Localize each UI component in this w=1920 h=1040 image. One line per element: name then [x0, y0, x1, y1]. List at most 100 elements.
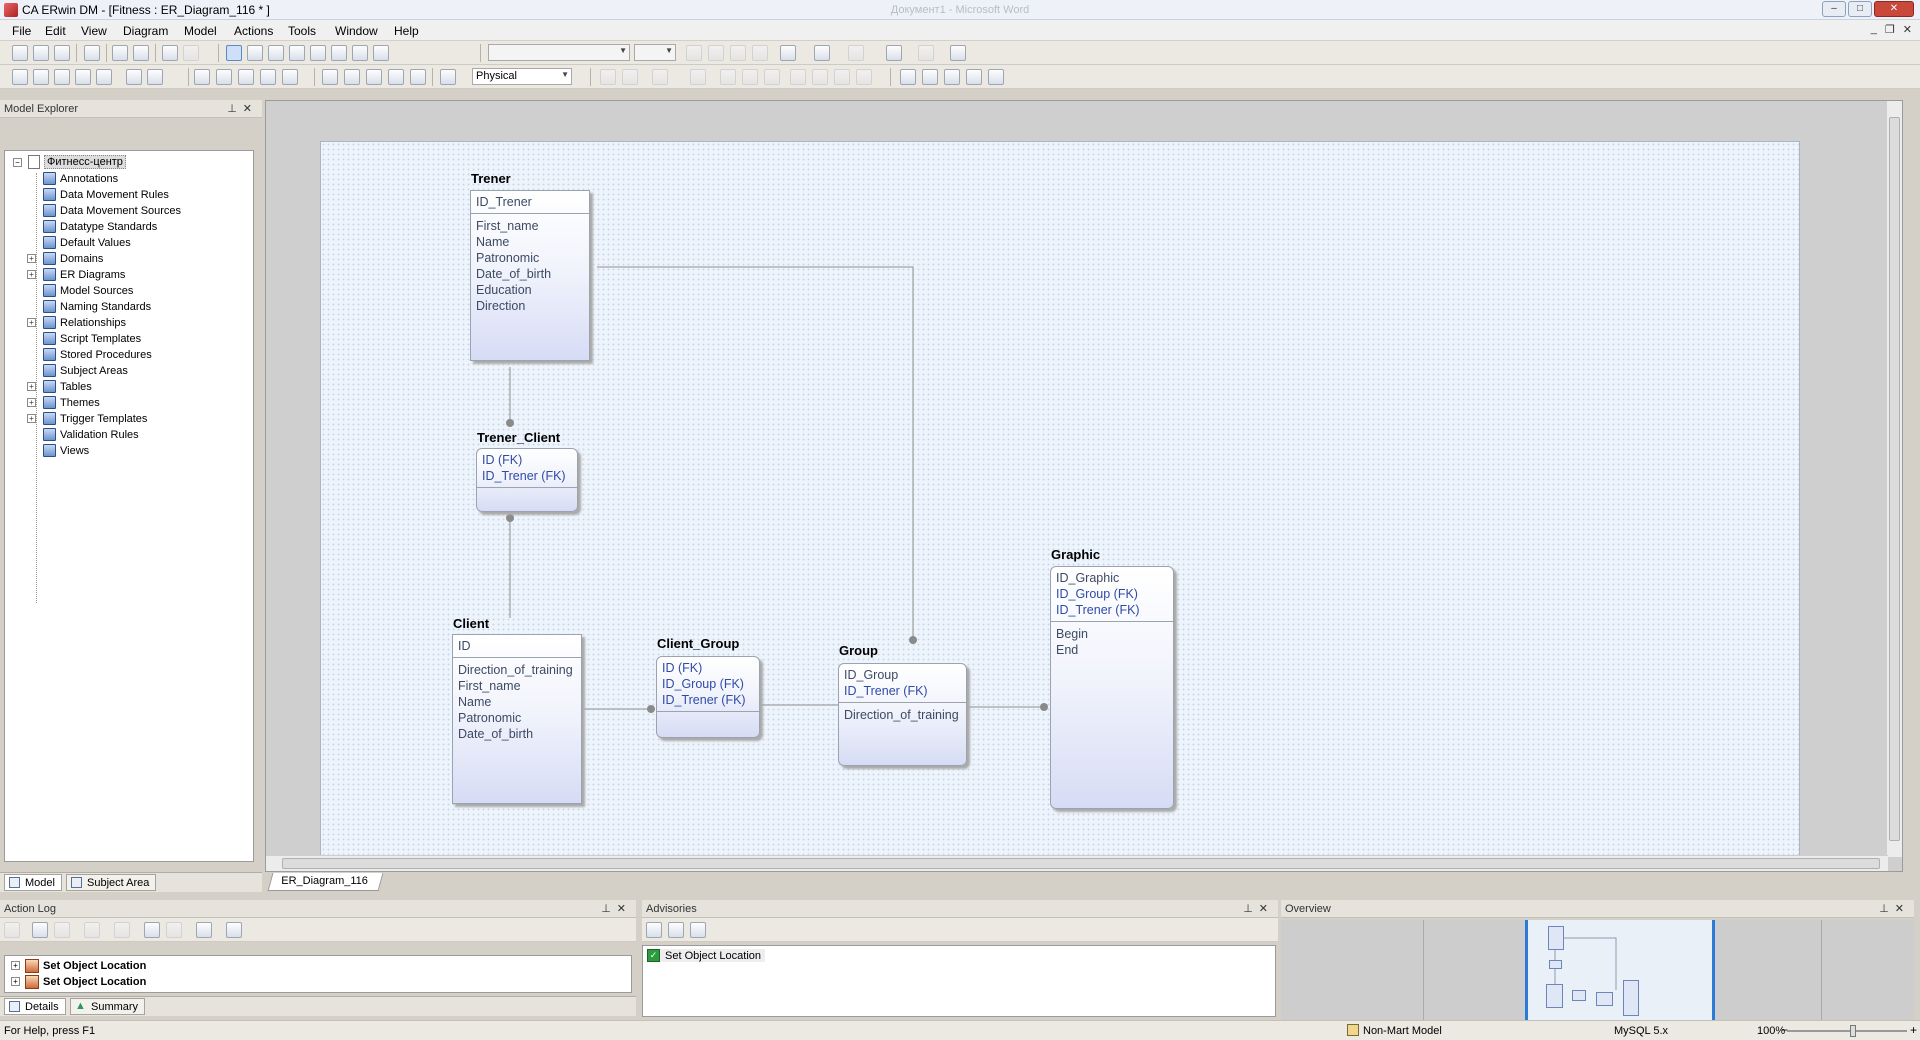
entity-attribute[interactable]: First_name [476, 218, 584, 234]
entity-attribute[interactable]: Patronomic [458, 710, 576, 726]
menu-help[interactable]: Help [394, 24, 419, 38]
open-icon[interactable] [33, 45, 49, 61]
entity-group[interactable]: ID_Group ID_Trener (FK) Direction_of_train… [838, 663, 967, 766]
tree-item[interactable]: Validation Rules [43, 427, 139, 442]
close-panel-icon[interactable]: ✕ [617, 903, 632, 915]
font-size-combo[interactable]: ▼ [634, 44, 676, 61]
menu-file[interactable]: File [12, 24, 31, 38]
fill-color-icon[interactable] [814, 45, 830, 61]
tree-item[interactable]: Default Values [43, 235, 131, 250]
tree-item[interactable]: Subject Areas [43, 363, 128, 378]
entity-key-attribute[interactable]: ID_Trener (FK) [662, 692, 754, 708]
view-icon[interactable] [268, 45, 284, 61]
copy-advisory-icon[interactable] [668, 922, 684, 938]
entity-attribute[interactable]: Name [458, 694, 576, 710]
entity-key-attribute[interactable]: ID_Trener (FK) [482, 468, 572, 484]
table-icon[interactable] [742, 69, 758, 85]
many-to-many-icon[interactable] [331, 45, 347, 61]
entity-key-attribute[interactable]: ID (FK) [482, 452, 572, 468]
menu-view[interactable]: View [81, 24, 107, 38]
reverse-engineer-icon[interactable] [622, 69, 638, 85]
find-replace-icon[interactable] [133, 45, 149, 61]
tree-item[interactable]: Annotations [43, 171, 118, 186]
list-item[interactable]: ✓ Set Object Location [647, 949, 766, 962]
new-diagram-icon[interactable] [322, 69, 338, 85]
tree-item[interactable]: + Trigger Templates [27, 411, 147, 426]
zoom-out-icon[interactable] [216, 69, 232, 85]
entity-attribute[interactable]: Patronomic [476, 250, 584, 266]
text-block-icon[interactable] [352, 45, 368, 61]
search-icon[interactable] [114, 922, 130, 938]
pointer-icon[interactable] [226, 45, 242, 61]
undo-icon[interactable] [162, 45, 178, 61]
forward-engineer-icon[interactable] [600, 69, 616, 85]
save-advisory-icon[interactable] [646, 922, 662, 938]
entity-client-group[interactable]: ID (FK) ID_Group (FK) ID_Trener (FK) [656, 656, 760, 738]
rel-trener-group[interactable] [597, 266, 914, 640]
zoom-select-icon[interactable] [282, 69, 298, 85]
schema-icon[interactable] [720, 69, 736, 85]
tab-model[interactable]: Model [4, 874, 62, 891]
drawing-pin-icon[interactable] [373, 45, 389, 61]
complete-compare-icon[interactable] [652, 69, 668, 85]
expand-node-icon[interactable]: + [27, 414, 36, 423]
tree-item[interactable]: Data Movement Rules [43, 187, 169, 202]
strikethrough-icon[interactable] [752, 45, 768, 61]
tree-root[interactable]: − Фитнесс-центр [13, 155, 126, 169]
zoom-slider[interactable] [1787, 1025, 1907, 1037]
attribute-display-icon[interactable] [75, 69, 91, 85]
menu-model[interactable]: Model [184, 24, 217, 38]
tree-item[interactable]: Views [43, 443, 89, 458]
diagram-horizontal-scrollbar[interactable] [266, 855, 1888, 871]
overview-pane[interactable] [1281, 920, 1914, 1020]
bold-icon[interactable] [686, 45, 702, 61]
tree-item[interactable]: + Relationships [27, 315, 126, 330]
stored-display-icon[interactable] [388, 69, 404, 85]
tree-item[interactable]: Stored Procedures [43, 347, 152, 362]
entity-key-attribute[interactable]: ID_Trener [476, 194, 584, 210]
tree-item[interactable]: + ER Diagrams [27, 267, 125, 282]
synonym-icon[interactable] [856, 69, 872, 85]
zoom-100-icon[interactable] [260, 69, 276, 85]
minimize-button[interactable]: – [1822, 1, 1846, 17]
expand-node-icon[interactable]: + [27, 382, 36, 391]
underline-icon[interactable] [730, 45, 746, 61]
entity-key-attribute[interactable]: ID_Group [844, 667, 961, 683]
save-icon[interactable] [54, 45, 70, 61]
close-panel-icon[interactable]: ✕ [1895, 903, 1910, 915]
sequence-icon[interactable] [790, 69, 806, 85]
pin-icon[interactable]: ⊥ [1243, 903, 1259, 915]
line-style-icon[interactable] [886, 45, 902, 61]
line-color-icon[interactable] [848, 45, 864, 61]
find-action-icon[interactable] [32, 922, 48, 938]
tab-summary[interactable]: ▲ Summary [70, 998, 146, 1015]
subject-area-icon[interactable] [344, 69, 360, 85]
close-panel-icon[interactable]: ✕ [1259, 903, 1274, 915]
overview-viewport[interactable] [1525, 920, 1715, 1020]
primary-key-display-icon[interactable] [96, 69, 112, 85]
clear-advisory-icon[interactable] [690, 922, 706, 938]
menu-diagram[interactable]: Diagram [123, 24, 168, 38]
alignment-icon[interactable] [950, 45, 966, 61]
entity-attribute[interactable]: Date_of_birth [458, 726, 576, 742]
menu-actions[interactable]: Actions [234, 24, 273, 38]
zoom-fit-icon[interactable] [238, 69, 254, 85]
filter-icon[interactable] [84, 922, 100, 938]
menu-tools[interactable]: Tools [288, 24, 316, 38]
mdi-minimize-icon[interactable]: _ [1871, 23, 1877, 36]
redo-icon[interactable] [183, 45, 199, 61]
tree-item[interactable]: + Themes [27, 395, 100, 410]
close-panel-icon[interactable]: ✕ [243, 103, 258, 115]
entity-attribute[interactable]: Direction [476, 298, 584, 314]
tree-item[interactable]: Datatype Standards [43, 219, 157, 234]
entity-attribute[interactable]: End [1056, 642, 1168, 658]
entity-display-icon[interactable] [54, 69, 70, 85]
find-icon[interactable] [112, 45, 128, 61]
entity-trener-client[interactable]: ID (FK) ID_Trener (FK) [476, 448, 578, 512]
list-item[interactable]: + Set Object Location [11, 958, 146, 973]
entity-key-attribute[interactable]: ID_Trener (FK) [844, 683, 961, 699]
tab-er-diagram[interactable]: ER_Diagram_116 [267, 873, 384, 891]
find-next-icon[interactable] [54, 922, 70, 938]
entity-attribute[interactable]: Name [476, 234, 584, 250]
entity-attribute[interactable]: First_name [458, 678, 576, 694]
